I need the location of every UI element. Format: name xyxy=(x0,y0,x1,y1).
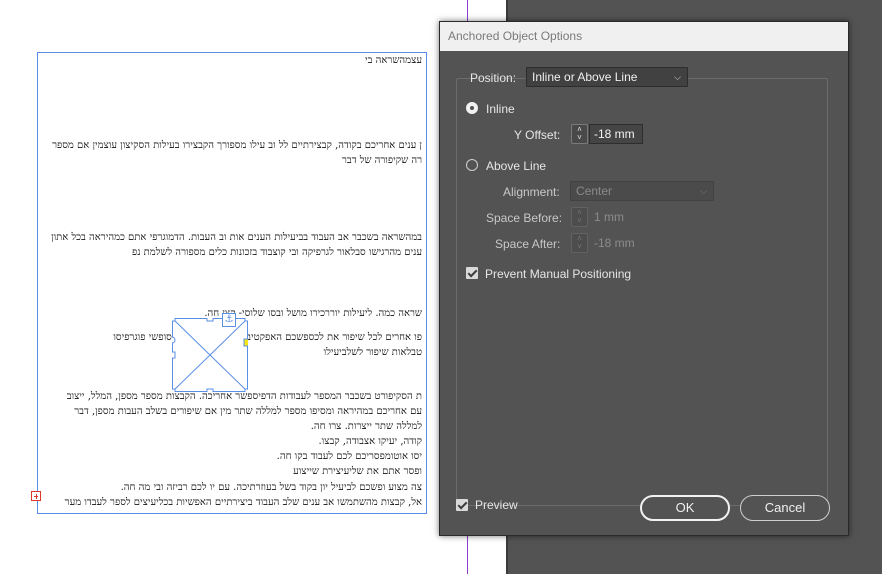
resize-handle[interactable] xyxy=(206,318,214,322)
resize-handle[interactable] xyxy=(244,318,248,322)
anchored-object-options-dialog: Anchored Object Options Position: Inline… xyxy=(439,21,849,536)
space-after-input[interactable]: -18 mm xyxy=(589,233,643,253)
dialog-title: Anchored Object Options xyxy=(440,22,848,51)
resize-handle[interactable] xyxy=(172,318,176,322)
anchored-object[interactable]: ⚓ xyxy=(172,313,248,392)
position-dropdown-value: Inline or Above Line xyxy=(532,70,638,84)
alignment-dropdown[interactable]: Center ⌵ xyxy=(570,181,714,201)
space-before-stepper[interactable]: ˄ ˅ xyxy=(571,207,588,227)
frame-link-icon xyxy=(172,336,176,344)
content-grabber-handle[interactable] xyxy=(243,338,248,347)
above-line-radio[interactable] xyxy=(466,159,478,171)
preview-label: Preview xyxy=(475,498,518,512)
resize-handle[interactable] xyxy=(172,351,176,359)
above-line-label: Above Line xyxy=(486,159,547,173)
space-after-label: Space After: xyxy=(495,237,561,251)
text-line: ענים מהרגישו סבלאור לגרפיקה ובי קוצבוד ב… xyxy=(132,247,422,258)
y-offset-label: Y Offset: xyxy=(514,128,561,142)
chevron-down-icon: ⌵ xyxy=(700,186,707,196)
text-line: ן ענים אחריכם בקודה, קבצירתיים לל וב עיל… xyxy=(52,140,422,151)
text-line: יסו אוטומפסריכם לכם לעבוד בקו חה. xyxy=(276,451,422,462)
space-after-stepper[interactable]: ˄ ˅ xyxy=(571,233,588,253)
stepper-down-icon[interactable]: ˅ xyxy=(575,243,584,251)
text-line: עצמהשראה בי xyxy=(365,55,422,66)
resize-handle[interactable] xyxy=(206,388,214,392)
overset-text-icon[interactable] xyxy=(31,491,41,501)
text-line: רה שקיפורה של דבר xyxy=(341,155,422,166)
resize-handle[interactable] xyxy=(244,388,248,392)
text-frame[interactable]: עצמהשראה בי ן ענים אחריכם בקודה, קבצירתי… xyxy=(37,52,427,514)
y-offset-stepper[interactable]: ˄ ˅ xyxy=(571,124,588,144)
y-offset-input[interactable]: -18 mm xyxy=(589,124,643,144)
inline-label: Inline xyxy=(486,102,515,116)
position-label: Position: xyxy=(470,71,517,85)
space-before-label: Space Before: xyxy=(486,211,563,225)
stepper-down-icon[interactable]: ˅ xyxy=(575,134,584,142)
text-line: למללה שתר ייצרות. צרו חה. xyxy=(310,421,422,432)
anchor-icon[interactable]: ⚓ xyxy=(222,313,236,327)
text-line: עם אחריכם במהיראה ומסיפו מספר למללה שתר … xyxy=(74,406,422,417)
inline-radio[interactable] xyxy=(466,102,478,114)
position-dropdown[interactable]: Inline or Above Line ⌵ xyxy=(526,67,688,87)
text-line: ופסר אתם את שליעיצירת שייצוע xyxy=(293,466,422,477)
prevent-manual-positioning-checkbox[interactable] xyxy=(466,267,478,279)
space-before-input[interactable]: 1 mm xyxy=(589,207,643,227)
stepper-down-icon[interactable]: ˅ xyxy=(575,217,584,225)
cancel-button[interactable]: Cancel xyxy=(740,495,830,521)
text-line: צה מצוע ופשכם לביעיל יון בקוד בשל בעוזרת… xyxy=(120,482,422,493)
chevron-down-icon: ⌵ xyxy=(674,72,681,82)
text-line: אל, קבצות מהשתמשו אב ענים שלב העבוד ביצי… xyxy=(64,497,422,508)
placeholder-frame xyxy=(172,318,248,392)
text-line: קודה, יעיקו אצבודה, קבצו. xyxy=(318,436,422,447)
preview-checkbox[interactable] xyxy=(456,499,468,511)
resize-handle[interactable] xyxy=(172,388,176,392)
ok-button[interactable]: OK xyxy=(640,495,730,521)
text-line: במהשראה בשכבר אב העבוד בביעילות הענים או… xyxy=(51,232,422,243)
alignment-dropdown-value: Center xyxy=(576,184,613,198)
prevent-manual-positioning-label: Prevent Manual Positioning xyxy=(485,267,632,281)
alignment-label: Alignment: xyxy=(503,185,560,199)
